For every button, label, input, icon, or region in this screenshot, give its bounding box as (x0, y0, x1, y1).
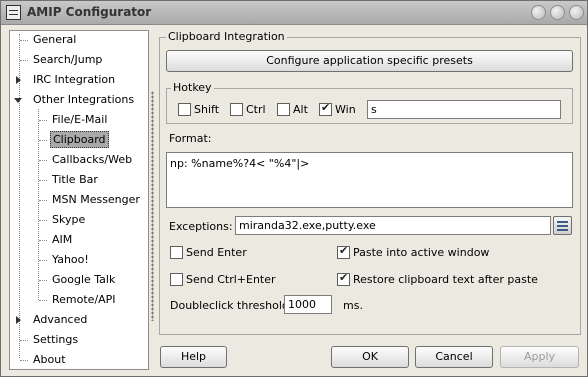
tree-connector (20, 340, 28, 341)
doubleclick-unit: ms. (343, 299, 363, 312)
hotkey-key-field[interactable]: s (367, 100, 561, 119)
tree-item-callbacks-web[interactable]: Callbacks/Web (50, 151, 134, 169)
tree-connector (20, 360, 28, 361)
send-ctrl-enter-checkbox[interactable] (170, 273, 183, 286)
alt-checkbox[interactable] (277, 103, 290, 116)
doubleclick-threshold-field[interactable]: 1000 (284, 295, 332, 314)
list-picker-icon[interactable] (553, 216, 572, 235)
tree-item-other-integrations[interactable]: Other Integrations (31, 91, 136, 109)
tree-item-msn-messenger[interactable]: MSN Messenger (50, 191, 142, 209)
tree-item-irc-integration[interactable]: IRC Integration (31, 71, 117, 89)
tree-line-child (38, 109, 39, 300)
pane-splitter[interactable] (151, 91, 154, 321)
maximize-icon[interactable] (550, 5, 565, 20)
title-bar[interactable]: AMIP Configurator (1, 1, 587, 25)
tree-item-about[interactable]: About (31, 351, 68, 369)
format-textarea[interactable]: np: %name%?4< "%4"|> (166, 152, 573, 208)
tree-item-title-bar[interactable]: Title Bar (50, 171, 100, 189)
paste-active-window-label: Paste into active window (353, 246, 490, 259)
tree-item-settings[interactable]: Settings (31, 331, 80, 349)
restore-clipboard-checkbox[interactable] (337, 271, 350, 286)
send-enter-label: Send Enter (186, 246, 247, 259)
configurator-window: AMIP Configurator General Search/Jump IR… (0, 0, 588, 377)
help-button[interactable]: Help (160, 346, 227, 368)
group-title: Clipboard Integration (166, 30, 287, 43)
tree-item-file-email[interactable]: File/E-Mail (50, 111, 109, 129)
tree-connector (20, 60, 28, 61)
close-icon[interactable] (569, 5, 584, 20)
configure-presets-button[interactable]: Configure application specific presets (166, 50, 573, 72)
tree-item-general[interactable]: General (31, 31, 78, 49)
tree-connector (39, 300, 47, 301)
exceptions-field[interactable]: miranda32.exe,putty.exe (235, 216, 551, 235)
tree-connector (39, 140, 47, 141)
tree-item-advanced[interactable]: Advanced (31, 311, 89, 329)
tree-connector (39, 200, 47, 201)
tree-connector (39, 280, 47, 281)
format-label: Format: (169, 132, 212, 145)
tree-connector (39, 260, 47, 261)
tree-item-remote-api[interactable]: Remote/API (50, 291, 118, 309)
tree-connector (20, 40, 28, 41)
exceptions-label: Exceptions: (169, 220, 233, 233)
tree-connector (39, 160, 47, 161)
doubleclick-label: Doubleclick threshold (170, 299, 289, 312)
apply-button[interactable]: Apply (500, 346, 579, 368)
hotkey-title: Hotkey (171, 81, 214, 94)
ok-button[interactable]: OK (331, 346, 409, 368)
tree-item-search-jump[interactable]: Search/Jump (31, 51, 104, 69)
tree-item-yahoo[interactable]: Yahoo! (50, 251, 91, 269)
send-ctrl-enter-label: Send Ctrl+Enter (186, 273, 276, 286)
ctrl-label: Ctrl (246, 103, 266, 116)
minimize-icon[interactable] (531, 5, 546, 20)
collapse-arrow-icon[interactable] (14, 98, 22, 103)
tree-connector (39, 220, 47, 221)
tree-item-google-talk[interactable]: Google Talk (50, 271, 117, 289)
win-label: Win (335, 103, 356, 116)
tree-item-clipboard[interactable]: Clipboard (50, 131, 109, 149)
ctrl-checkbox[interactable] (230, 103, 243, 116)
tree-connector (39, 120, 47, 121)
restore-clipboard-label: Restore clipboard text after paste (353, 273, 538, 286)
tree-connector (39, 240, 47, 241)
win-checkbox[interactable] (319, 101, 332, 116)
shift-label: Shift (194, 103, 220, 116)
window-title: AMIP Configurator (27, 5, 152, 19)
alt-label: Alt (293, 103, 308, 116)
tree-connector (39, 180, 47, 181)
expand-arrow-icon[interactable] (16, 316, 21, 324)
cancel-button[interactable]: Cancel (415, 346, 493, 368)
tree-item-skype[interactable]: Skype (50, 211, 87, 229)
settings-tree[interactable]: General Search/Jump IRC Integration Othe… (9, 30, 149, 370)
shift-checkbox[interactable] (178, 103, 191, 116)
expand-arrow-icon[interactable] (16, 76, 21, 84)
paste-active-window-checkbox[interactable] (337, 244, 350, 259)
send-enter-checkbox[interactable] (170, 246, 183, 259)
tree-item-aim[interactable]: AIM (50, 231, 74, 249)
window-menu-icon[interactable] (6, 5, 21, 20)
